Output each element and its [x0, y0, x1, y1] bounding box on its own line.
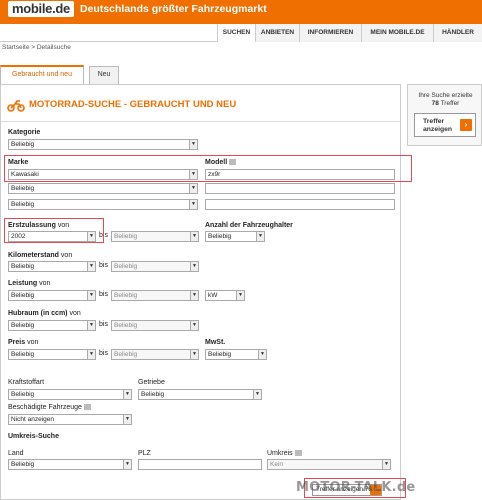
chevron-down-icon: ▼: [87, 262, 95, 271]
watermark: MOTOR-TALK.de: [296, 480, 416, 495]
chevron-down-icon: ▼: [87, 321, 95, 330]
nav-mein-mobile[interactable]: MEIN MOBILE.DE: [361, 24, 433, 42]
nav-suchen[interactable]: SUCHEN: [217, 24, 255, 42]
km-von-select[interactable]: Beliebig ▼: [8, 261, 96, 272]
chevron-down-icon: ▼: [190, 291, 198, 300]
chevron-down-icon: ▼: [87, 291, 95, 300]
motorcycle-icon: [7, 100, 25, 112]
chevron-down-icon: ▼: [236, 291, 244, 300]
breadcrumb[interactable]: Startseite > Detailsuche: [2, 44, 71, 51]
chevron-down-icon: ▼: [190, 262, 198, 271]
km-bis-select[interactable]: Beliebig ▼: [111, 261, 199, 272]
bis-label: bis: [99, 350, 108, 357]
nav-informieren[interactable]: INFORMIEREN: [299, 24, 361, 42]
bis-label: bis: [99, 262, 108, 269]
tab-gebraucht-und-neu[interactable]: Gebraucht und neu: [0, 65, 84, 84]
tab-neu[interactable]: Neu: [89, 66, 119, 84]
getriebe-label: Getriebe: [138, 379, 165, 386]
chevron-down-icon: ▼: [123, 415, 131, 424]
result-box: Ihre Suche erzielte 78 Treffer Treffer a…: [407, 84, 482, 146]
chevron-down-icon: ▼: [190, 232, 198, 241]
panel-title: MOTORRAD-SUCHE - GEBRAUCHT UND NEU: [7, 99, 236, 112]
modell-input-2[interactable]: [205, 183, 395, 194]
hubraum-bis-select[interactable]: Beliebig ▼: [111, 320, 199, 331]
plz-label: PLZ: [138, 450, 151, 457]
preis-label: Preis von: [8, 339, 39, 346]
leistung-label: Leistung von: [8, 280, 51, 287]
chevron-down-icon: ▼: [189, 140, 197, 149]
kraftstoff-label: Kraftstoffart: [8, 379, 45, 386]
tagline: Deutschlands größter Fahrzeugmarkt: [80, 3, 267, 15]
highlight-erstzulassung: [4, 218, 104, 243]
highlight-marke-modell: [4, 155, 412, 182]
arrow-right-icon: ›: [460, 119, 472, 131]
marke-select-3[interactable]: Beliebig ▼: [8, 199, 198, 210]
modell-input-3[interactable]: [205, 199, 395, 210]
bis-label: bis: [99, 321, 108, 328]
search-panel: MOTORRAD-SUCHE - GEBRAUCHT UND NEU Kateg…: [0, 84, 401, 500]
nav-haendler[interactable]: HÄNDLER: [433, 24, 482, 42]
chevron-down-icon: ▼: [256, 232, 264, 241]
info-icon[interactable]: [294, 450, 302, 457]
hubraum-von-select[interactable]: Beliebig ▼: [8, 320, 96, 331]
beschaedigt-label: Beschädigte Fahrzeuge: [8, 404, 91, 411]
nav-anbieten[interactable]: ANBIETEN: [255, 24, 299, 42]
leistung-unit-select[interactable]: kW ▼: [205, 290, 245, 301]
getriebe-select[interactable]: Beliebig ▼: [138, 389, 262, 400]
kategorie-select[interactable]: Beliebig ▼: [8, 139, 198, 150]
umkreis-select[interactable]: Kein ▼: [267, 459, 391, 470]
chevron-down-icon: ▼: [190, 321, 198, 330]
chevron-down-icon: ▼: [189, 200, 197, 209]
umkreis-title: Umkreis-Suche: [8, 433, 59, 440]
land-label: Land: [8, 450, 24, 457]
info-icon[interactable]: [83, 404, 91, 411]
chevron-down-icon: ▼: [258, 350, 266, 359]
header-bar: mobile.de Deutschlands größter Fahrzeugm…: [0, 0, 482, 24]
preis-bis-select[interactable]: Beliebig ▼: [111, 349, 199, 360]
halter-label: Anzahl der Fahrzeughalter: [205, 222, 293, 229]
bis-label: bis: [99, 291, 108, 298]
chevron-down-icon: ▼: [190, 350, 198, 359]
kraftstoff-select[interactable]: Beliebig ▼: [8, 389, 132, 400]
divider: [1, 121, 400, 122]
result-text: Ihre Suche erzielte 78 Treffer: [418, 92, 473, 107]
plz-input[interactable]: [138, 459, 262, 470]
km-label: Kilometerstand von: [8, 252, 73, 259]
hubraum-label: Hubraum (in ccm) von: [8, 310, 81, 317]
chevron-down-icon: ▼: [382, 460, 390, 469]
result-count: 78: [431, 100, 439, 107]
chevron-down-icon: ▼: [189, 184, 197, 193]
chevron-down-icon: ▼: [87, 350, 95, 359]
preis-von-select[interactable]: Beliebig ▼: [8, 349, 96, 360]
beschaedigt-select[interactable]: Nicht anzeigen ▼: [8, 414, 132, 425]
chevron-down-icon: ▼: [123, 460, 131, 469]
marke-select-2[interactable]: Beliebig ▼: [8, 183, 198, 194]
chevron-down-icon: ▼: [253, 390, 261, 399]
erstzulassung-bis-select[interactable]: Beliebig ▼: [111, 231, 199, 242]
leistung-bis-select[interactable]: Beliebig ▼: [111, 290, 199, 301]
halter-select[interactable]: Beliebig ▼: [205, 231, 265, 242]
land-select[interactable]: Beliebig ▼: [8, 459, 132, 470]
mwst-label: MwSt.: [205, 339, 226, 346]
chevron-down-icon: ▼: [123, 390, 131, 399]
main-nav: SUCHEN ANBIETEN INFORMIEREN MEIN MOBILE.…: [0, 24, 482, 42]
umkreis-label: Umkreis: [267, 450, 302, 457]
leistung-von-select[interactable]: Beliebig ▼: [8, 290, 96, 301]
kategorie-label: Kategorie: [8, 129, 41, 136]
mwst-select[interactable]: Beliebig ▼: [205, 349, 267, 360]
show-results-button[interactable]: Treffer anzeigen ›: [414, 113, 476, 137]
logo[interactable]: mobile.de: [8, 1, 74, 17]
